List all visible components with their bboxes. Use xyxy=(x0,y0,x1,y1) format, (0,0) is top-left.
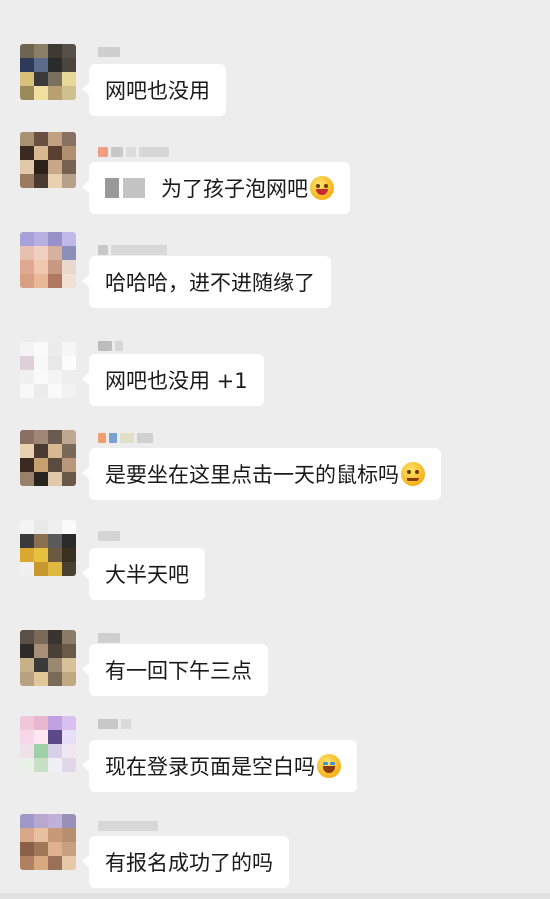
avatar[interactable] xyxy=(20,232,76,288)
avatar[interactable] xyxy=(20,814,76,870)
sender-name-blurred xyxy=(98,244,167,256)
message-bubble[interactable]: 现在登录页面是空白吗 xyxy=(82,740,357,792)
sender-name-blurred xyxy=(98,146,169,158)
avatar[interactable] xyxy=(20,630,76,686)
sender-name-blurred xyxy=(98,718,131,730)
sender-name-blurred xyxy=(98,530,120,542)
message-bubble[interactable]: 大半天吧 xyxy=(82,548,205,600)
message-text: 有报名成功了的吗 xyxy=(105,851,273,875)
tongue-wink-emoji xyxy=(310,176,334,200)
message-text: 现在登录页面是空白吗 xyxy=(105,755,315,779)
tears-of-joy-emoji xyxy=(317,754,341,778)
message-text: 为了孩子泡网吧 xyxy=(161,177,308,201)
sender-name-blurred xyxy=(98,632,120,644)
message-bubble[interactable]: 有报名成功了的吗 xyxy=(82,836,289,888)
avatar[interactable] xyxy=(20,430,76,486)
mention-blurred xyxy=(123,178,145,198)
avatar[interactable] xyxy=(20,342,76,398)
message-bubble[interactable]: 哈哈哈，进不进随缘了 xyxy=(82,256,331,308)
avatar[interactable] xyxy=(20,132,76,188)
chat-window: 网吧也没用 为了孩子泡网吧 哈哈哈，进不进随缘了 网吧也没用 +1 是要坐在这里… xyxy=(0,0,550,899)
sender-name-blurred xyxy=(98,46,120,58)
avatar[interactable] xyxy=(20,716,76,772)
mention-blurred xyxy=(105,178,119,198)
message-text: 网吧也没用 xyxy=(105,79,210,103)
message-text: 哈哈哈，进不进随缘了 xyxy=(105,271,315,295)
message-text: 有一回下午三点 xyxy=(105,659,252,683)
sender-name-blurred xyxy=(98,820,158,832)
message-bubble[interactable]: 网吧也没用 xyxy=(82,64,226,116)
message-bubble[interactable]: 网吧也没用 +1 xyxy=(82,354,264,406)
sender-name-blurred xyxy=(98,340,123,352)
bottom-edge xyxy=(0,893,550,899)
smirk-emoji xyxy=(401,462,425,486)
sender-name-blurred xyxy=(98,432,153,444)
message-text: 是要坐在这里点击一天的鼠标吗 xyxy=(105,463,399,487)
message-bubble[interactable]: 有一回下午三点 xyxy=(82,644,268,696)
message-bubble[interactable]: 是要坐在这里点击一天的鼠标吗 xyxy=(82,448,441,500)
message-text: 网吧也没用 +1 xyxy=(105,369,248,393)
message-text: 大半天吧 xyxy=(105,563,189,587)
avatar[interactable] xyxy=(20,520,76,576)
avatar[interactable] xyxy=(20,44,76,100)
message-bubble[interactable]: 为了孩子泡网吧 xyxy=(82,162,350,214)
